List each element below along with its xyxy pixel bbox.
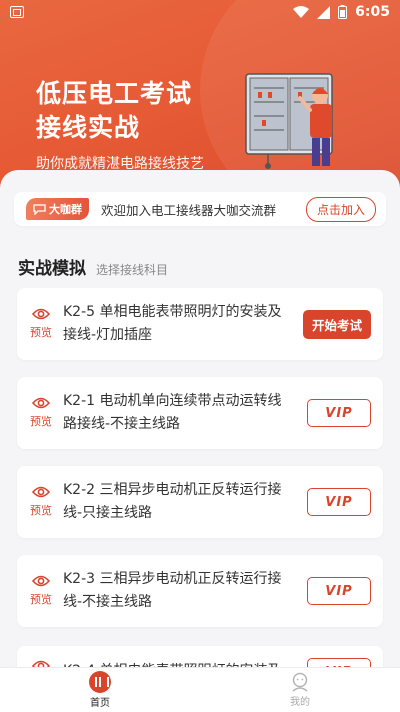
exam-title: K2-1 电动机单向连续带点动运转线路接线-不接主线路 [63,393,282,432]
preview-button[interactable]: 预览 [19,397,63,429]
exam-card[interactable]: 预览 K2-3 三相异步电动机正反转运行接线-不接主线路 VIP [17,555,383,627]
eye-icon [32,397,50,409]
clock: 6:05 [355,4,390,20]
hero-title-line1: 低压电工考试 [36,79,193,108]
section-title: 实战模拟 [18,259,86,279]
status-bar: 6:05 [0,0,400,24]
tab-profile[interactable]: 我的 [200,668,400,712]
vip-button[interactable]: VIP [307,488,371,516]
wifi-icon [293,5,310,18]
eye-icon [32,308,50,320]
vip-button[interactable]: VIP [307,399,371,427]
home-icon [89,671,111,693]
signal-icon [317,5,331,19]
start-exam-button[interactable]: 开始考试 [302,310,371,339]
vip-button[interactable]: VIP [307,577,371,605]
eye-icon [32,486,50,498]
exam-title: K2-5 单相电能表带照明灯的安装及接线-灯加插座 [63,304,282,343]
exam-title: K2-3 三相异步电动机正反转运行接线-不接主线路 [63,571,282,610]
section-header: 实战模拟 选择接线科目 [18,254,168,279]
screenshot-icon [10,6,24,18]
community-banner-text: 欢迎加入电工接线器大咖交流群 [101,202,277,218]
preview-label: 预览 [30,504,52,517]
preview-button[interactable]: 预览 [19,308,63,340]
preview-label: 预览 [30,415,52,428]
tab-home[interactable]: 首页 [0,668,200,712]
join-group-button[interactable]: 点击加入 [305,196,376,222]
preview-label: 预览 [30,593,52,606]
hero-title: 低压电工考试 接线实战 [36,77,192,145]
exam-card[interactable]: 预览 K2-1 电动机单向连续带点动运转线路接线-不接主线路 VIP [17,377,383,449]
preview-label: 预览 [30,326,52,339]
exam-card[interactable]: 预览 K2-2 三相异步电动机正反转运行接线-只接主线路 VIP [17,466,383,538]
exam-title: K2-2 三相异步电动机正反转运行接线-只接主线路 [63,482,282,521]
battery-icon [338,5,348,19]
section-subtitle: 选择接线科目 [96,263,169,277]
bottom-tab-bar: 首页 我的 [0,667,400,712]
electrician-illustration [245,73,333,169]
profile-icon [292,672,308,692]
community-banner[interactable]: 大咖群 欢迎加入电工接线器大咖交流群 点击加入 [14,192,386,226]
main-content: 大咖群 欢迎加入电工接线器大咖交流群 点击加入 实战模拟 选择接线科目 预览 K… [0,170,400,706]
tab-home-label: 首页 [90,698,110,709]
tab-profile-label: 我的 [290,697,310,708]
community-badge-label: 大咖群 [49,203,82,216]
eye-icon [32,575,50,587]
preview-button[interactable]: 预览 [19,486,63,518]
community-badge: 大咖群 [26,198,89,220]
hero-title-line2: 接线实战 [36,113,141,142]
chat-icon [33,203,46,215]
exam-card[interactable]: 预览 K2-5 单相电能表带照明灯的安装及接线-灯加插座 开始考试 [17,288,383,360]
preview-button[interactable]: 预览 [19,575,63,607]
